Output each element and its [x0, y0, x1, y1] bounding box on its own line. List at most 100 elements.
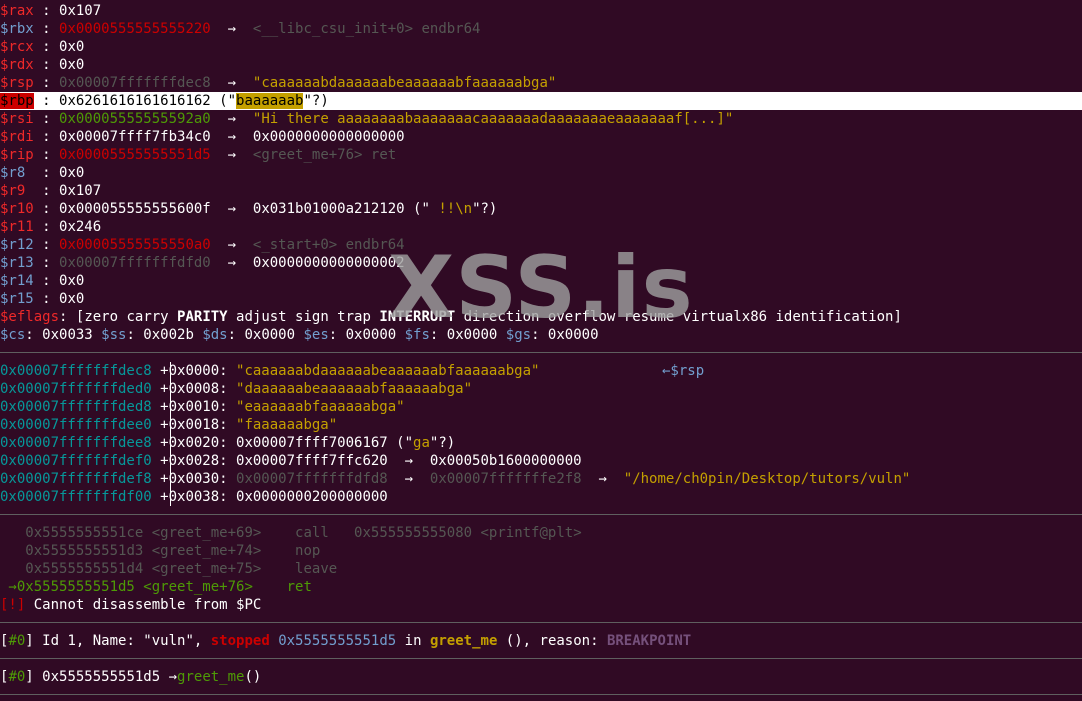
instruction-symbol: <greet_me+74>	[143, 543, 262, 559]
thread-reason: BREAKPOINT	[606, 633, 692, 649]
register-row: $rax : 0x107	[0, 2, 1082, 20]
register-target: "Hi there aaaaaaaabaaaaaaacaaaaaaadaaaaa…	[252, 111, 734, 127]
register-name: $rip	[0, 147, 34, 163]
register-sep: :	[33, 57, 60, 73]
disasm-row: 0x5555555551ce <greet_me+69> call 0x5555…	[0, 524, 1082, 542]
register-value: 0x0	[59, 39, 85, 55]
register-name: $rbx	[0, 21, 34, 37]
register-row: $rdi : 0x00007ffff7fb34c0 → 0x0000000000…	[0, 128, 1082, 146]
stack-row: 0x00007fffffffdef8 +0x0030: 0x00007fffff…	[0, 470, 1082, 488]
stack-address: 0x00007fffffffdee8	[0, 435, 152, 451]
register-name: $r15	[0, 291, 34, 307]
register-value: 0x00007fffffffdfd0	[59, 255, 211, 271]
segment-value: : 0x0033	[25, 327, 102, 343]
register-row: $rdx : 0x0	[0, 56, 1082, 74]
register-target: 0x0000000000000000	[252, 129, 405, 145]
register-target: "caaaaaabdaaaaaabeaaaaaabfaaaaaabga"	[252, 75, 557, 91]
instruction-symbol: <greet_me+75>	[143, 561, 262, 577]
stack-content: "eaaaaaabfaaaaaabga"	[236, 399, 405, 415]
register-name: $rsi	[0, 111, 34, 127]
stack-row: 0x00007fffffffdf00 +0x0038: 0x0000000200…	[0, 488, 1082, 506]
stack-content: "caaaaaabdaaaaaabeaaaaaabfaaaaaabga"	[236, 363, 540, 379]
register-sep: :	[33, 3, 60, 19]
instruction-text: call 0x555555555080 <printf@plt>	[295, 525, 582, 541]
register-name: $r10	[0, 201, 34, 217]
register-sep: :	[33, 39, 60, 55]
register-value: 0x246	[59, 219, 102, 235]
register-name: $rbp	[0, 93, 34, 109]
instruction-address: 0x5555555551d5	[16, 579, 135, 595]
stack-offset: +0x0008:	[160, 381, 237, 397]
register-value: 0x00005555555551d5	[59, 147, 211, 163]
arrow-icon: →	[210, 147, 253, 163]
register-value: 0x107	[59, 183, 102, 199]
error-badge: [!]	[0, 597, 26, 613]
eflags-label: $eflags	[0, 309, 60, 325]
stack-row: 0x00007fffffffdee0 +0x0018: "faaaaaabga"	[0, 416, 1082, 434]
register-target: 0x0000000000000002	[252, 255, 405, 271]
eflags-row: $eflags: [zero carry PARITY adjust sign …	[0, 309, 902, 325]
register-value: 0x0	[59, 57, 85, 73]
register-target: 0x031b01000a212120 ("	[252, 201, 430, 217]
arrow-icon: →	[210, 21, 253, 37]
stack-row: 0x00007fffffffded8 +0x0010: "eaaaaaabfaa…	[0, 398, 1082, 416]
stack-content: 0x0000000200000000	[236, 489, 388, 505]
stack-content: "faaaaaabga"	[236, 417, 338, 433]
register-value: 0x0	[59, 273, 85, 289]
stack-content: 0x00007ffff7006167 ("	[236, 435, 414, 451]
register-row: $rsi : 0x00005555555592a0 → "Hi there aa…	[0, 110, 1082, 128]
register-sep: :	[33, 111, 60, 127]
error-text: Cannot disassemble from $PC	[25, 597, 262, 613]
stack-string: ga	[413, 435, 430, 451]
stack-offset: +0x0000:	[160, 363, 237, 379]
stack-address: 0x00007fffffffdef0	[0, 453, 152, 469]
thread-function: greet_me	[429, 633, 498, 649]
thread-status: stopped	[210, 633, 270, 649]
thread-number: #0	[8, 633, 26, 649]
segment-name: $fs	[404, 327, 430, 343]
register-row: $r12 : 0x00005555555550a0 → <_start+0> e…	[0, 236, 1082, 254]
stack-address: 0x00007fffffffdf00	[0, 489, 152, 505]
separator-registers-stack	[0, 352, 1082, 353]
register-string: baaaaaab	[236, 93, 304, 109]
stack-address: 0x00007fffffffded0	[0, 381, 152, 397]
segment-value: : 0x0000	[227, 327, 304, 343]
register-row: $rbx : 0x0000555555555220 → <__libc_csu_…	[0, 20, 1082, 38]
register-string: !!\n	[429, 201, 473, 217]
arrow-icon: →	[210, 255, 253, 271]
register-row: $r13 : 0x00007fffffffdfd0 → 0x0000000000…	[0, 254, 1082, 272]
register-row: $rsp : 0x00007fffffffdec8 → "caaaaaabdaa…	[0, 74, 1082, 92]
register-name: $r12	[0, 237, 34, 253]
register-row: $r15 : 0x0	[0, 290, 1082, 308]
instruction-address: 0x5555555551d4	[25, 561, 144, 577]
instruction-text: ret	[286, 579, 312, 595]
arrow-icon: →	[210, 111, 253, 127]
register-target: <__libc_csu_init+0> endbr64	[252, 21, 481, 37]
stack-address: 0x00007fffffffded8	[0, 399, 152, 415]
register-value: 0x00005555555550a0	[59, 237, 211, 253]
disasm-row: →0x5555555551d5 <greet_me+76> ret	[0, 578, 1082, 596]
trace-function: greet_me	[177, 669, 245, 685]
instruction-address: 0x5555555551d3	[25, 543, 144, 559]
register-value: 0x0	[59, 291, 85, 307]
register-value: 0x0000555555555220	[59, 21, 211, 37]
register-sep: :	[33, 93, 60, 109]
separator-bottom	[0, 694, 1082, 695]
rsp-marker: ←$rsp	[662, 363, 705, 379]
stack-pointer: 0x00007fffffffe2f8	[429, 471, 582, 487]
stack-divider	[170, 362, 171, 506]
register-tail: "?)	[303, 93, 329, 109]
stack-address: 0x00007fffffffdec8	[0, 363, 152, 379]
register-sep: :	[33, 291, 60, 307]
register-row: $r14 : 0x0	[0, 272, 1082, 290]
register-name: $r11	[0, 219, 34, 235]
register-value: 0x000055555555600f	[59, 201, 211, 217]
register-name: $r14	[0, 273, 34, 289]
stack-row: 0x00007fffffffdef0 +0x0028: 0x00007ffff7…	[0, 452, 1082, 470]
disasm-row: 0x5555555551d3 <greet_me+74> nop	[0, 542, 1082, 560]
register-value: 0x00007ffff7fb34c0	[59, 129, 211, 145]
error-line: [!] Cannot disassemble from $PC	[0, 596, 1082, 614]
stack-string: "/home/ch0pin/Desktop/tutors/vuln"	[623, 471, 911, 487]
instruction-text: nop	[295, 543, 321, 559]
register-row-rbp: $rbp : 0x6261616161616162 ("baaaaaab"?)	[0, 92, 1082, 110]
